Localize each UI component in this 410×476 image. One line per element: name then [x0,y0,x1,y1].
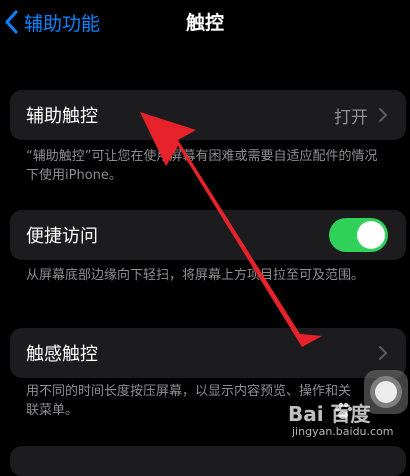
watermark-brand: Bai 百度 [288,402,371,426]
assistive-touch-cell[interactable]: 辅助触控 打开 [10,90,406,140]
toggle-knob [357,221,385,249]
assistive-touch-label: 辅助触控 [26,106,98,127]
watermark-url: jingyan.baidu.com [292,425,394,438]
baidu-watermark: Bai 百度 jingyan.baidu.com [288,398,406,444]
chevron-right-icon [378,345,388,361]
chevron-right-icon [378,107,388,123]
next-cell[interactable] [10,446,406,476]
navigation-bar: 辅助功能 触控 [0,0,410,50]
haptic-touch-label: 触感触控 [26,344,98,365]
reachability-label: 便捷访问 [26,226,98,247]
assistive-touch-footer: “辅助触控”可让您在使用屏幕有困难或需要自适应配件的情况下使用iPhone。 [26,149,378,183]
reachability-footer: 从屏幕底部边缘向下轻扫，将屏幕上方项目拉至可及范围。 [26,268,365,283]
reachability-toggle[interactable] [329,218,388,252]
haptic-touch-cell[interactable]: 触感触控 [10,328,406,378]
page-title: 触控 [185,12,224,34]
paw-icon [334,402,353,419]
assistive-touch-value: 打开 [334,107,368,128]
reachability-cell: 便捷访问 [10,210,406,260]
